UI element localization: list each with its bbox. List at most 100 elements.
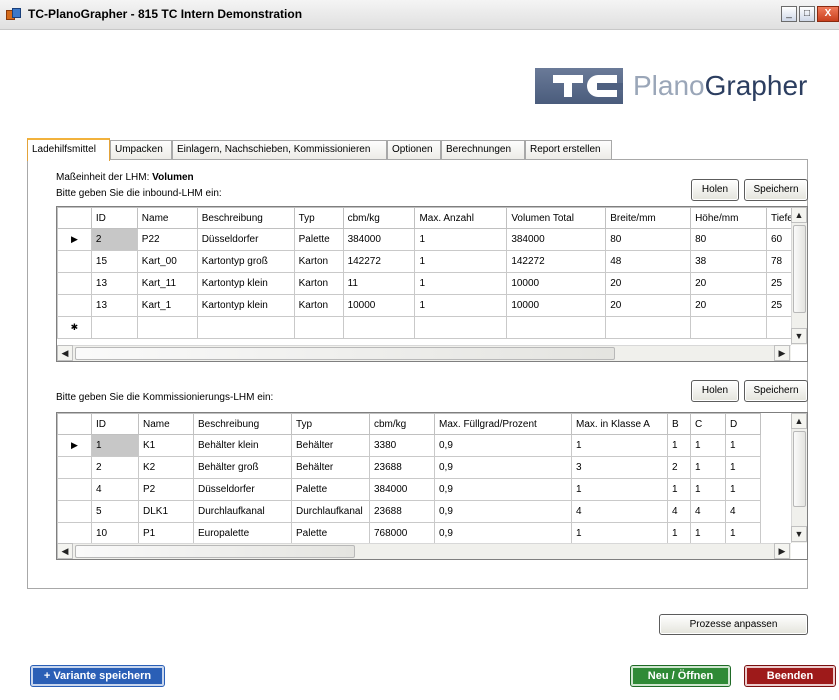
cell-volumen-total[interactable]: 384000	[506, 228, 607, 251]
cell-breite[interactable]: 20	[605, 294, 692, 317]
tab-einlagern[interactable]: Einlagern, Nachschieben, Kommissionieren	[172, 140, 387, 160]
cell-c[interactable]: 1	[690, 456, 726, 479]
column-header[interactable]: ID	[91, 413, 139, 435]
table-row[interactable]: 15 Kart_00 Kartontyp groß Karton 142272 …	[57, 250, 807, 273]
cell-c[interactable]: 1	[690, 522, 726, 545]
cell-cbm[interactable]: 10000	[342, 294, 416, 317]
cell-typ[interactable]: Behälter	[291, 456, 370, 479]
cell-name[interactable]: P22	[136, 228, 198, 251]
close-button[interactable]: X	[817, 6, 839, 22]
cell-hoehe[interactable]: 20	[690, 272, 767, 295]
scroll-thumb[interactable]	[793, 431, 806, 507]
cell-beschreibung[interactable]: Düsseldorfer	[196, 228, 295, 251]
cell-max-anzahl[interactable]: 1	[414, 228, 508, 251]
cell-name[interactable]: Kart_11	[136, 272, 198, 295]
cell-beschreibung[interactable]: Düsseldorfer	[193, 478, 292, 501]
cell-name[interactable]: K1	[138, 434, 194, 457]
cell-typ[interactable]: Karton	[293, 294, 344, 317]
column-header[interactable]: cbm/kg	[342, 207, 416, 229]
neu-oeffnen-button[interactable]: Neu / Öffnen	[630, 665, 731, 687]
column-header[interactable]: Breite/mm	[605, 207, 692, 229]
cell-name[interactable]: P2	[138, 478, 194, 501]
cell-c[interactable]: 1	[690, 478, 726, 501]
table-row[interactable]: 13 Kart_11 Kartontyp klein Karton 11 1 1…	[57, 272, 807, 295]
cell-id[interactable]: 2	[91, 456, 139, 479]
cell-d[interactable]: 1	[725, 478, 761, 501]
cell-b[interactable]: 1	[667, 478, 691, 501]
cell-id[interactable]: 13	[90, 294, 138, 317]
scroll-right-icon[interactable]: ▶	[774, 543, 790, 559]
tab-optionen[interactable]: Optionen	[387, 140, 441, 160]
cell-hoehe[interactable]: 80	[690, 228, 767, 251]
cell-fuellgrad[interactable]: 0,9	[434, 456, 572, 479]
cell-klasse-a[interactable]: 4	[571, 500, 668, 523]
cell-d[interactable]: 1	[725, 522, 761, 545]
scroll-thumb[interactable]	[75, 347, 615, 360]
cell-volumen-total[interactable]: 142272	[506, 250, 607, 273]
scroll-left-icon[interactable]: ◀	[57, 543, 73, 559]
inbound-speichern-button[interactable]: Speichern	[744, 179, 808, 201]
column-header[interactable]: D	[725, 413, 761, 435]
cell-typ[interactable]: Durchlaufkanal	[291, 500, 370, 523]
cell-typ[interactable]: Karton	[293, 272, 344, 295]
scroll-down-icon[interactable]: ▼	[791, 526, 807, 542]
cell-d[interactable]: 4	[725, 500, 761, 523]
cell-c[interactable]: 1	[690, 434, 726, 457]
scroll-up-icon[interactable]: ▲	[791, 413, 807, 429]
cell-name[interactable]: P1	[138, 522, 194, 545]
tab-ladehilfsmittel[interactable]: Ladehilfsmittel	[27, 138, 110, 161]
table-row[interactable]: 4 P2 Düsseldorfer Palette 384000 0,9 1 1…	[57, 478, 761, 501]
inbound-holen-button[interactable]: Holen	[691, 179, 739, 201]
tab-report-erstellen[interactable]: Report erstellen	[525, 140, 612, 160]
cell-id[interactable]: 5	[91, 500, 139, 523]
row-header[interactable]	[57, 500, 92, 523]
column-header[interactable]: B	[667, 413, 691, 435]
table-row[interactable]: 10 P1 Europalette Palette 768000 0,9 1 1…	[57, 522, 761, 545]
kommission-vertical-scrollbar[interactable]: ▲ ▼	[791, 413, 807, 543]
cell-max-anzahl[interactable]: 1	[414, 294, 508, 317]
kommission-grid[interactable]: ID Name Beschreibung Typ cbm/kg Max. Fül…	[56, 412, 808, 560]
column-header[interactable]: C	[690, 413, 726, 435]
cell-breite[interactable]: 80	[605, 228, 692, 251]
cell-beschreibung[interactable]: Europalette	[193, 522, 292, 545]
cell-beschreibung[interactable]: Kartontyp klein	[196, 294, 295, 317]
cell-b[interactable]: 2	[667, 456, 691, 479]
cell-typ[interactable]: Palette	[291, 478, 370, 501]
column-header[interactable]: Max. Anzahl	[414, 207, 508, 229]
beenden-button[interactable]: Beenden	[744, 665, 836, 687]
cell-cbm[interactable]: 384000	[342, 228, 416, 251]
cell-beschreibung[interactable]: Kartontyp klein	[196, 272, 295, 295]
row-header[interactable]	[57, 272, 92, 295]
inbound-horizontal-scrollbar[interactable]: ◀ ▶	[57, 345, 791, 361]
cell-cbm[interactable]: 23688	[369, 500, 435, 523]
new-row-indicator-icon[interactable]: ✱	[57, 316, 92, 339]
cell-d[interactable]: 1	[725, 456, 761, 479]
minimize-button[interactable]: _	[781, 6, 797, 22]
cell-hoehe[interactable]: 20	[690, 294, 767, 317]
current-row-indicator-icon[interactable]: ▶	[57, 434, 92, 457]
row-header[interactable]	[57, 250, 92, 273]
cell-klasse-a[interactable]: 1	[571, 434, 668, 457]
cell-id[interactable]: 2	[90, 228, 138, 251]
kommission-speichern-button[interactable]: Speichern	[744, 380, 808, 402]
column-header[interactable]: cbm/kg	[369, 413, 435, 435]
cell-klasse-a[interactable]: 1	[571, 478, 668, 501]
table-row[interactable]: ▶ 1 K1 Behälter klein Behälter 3380 0,9 …	[57, 434, 761, 457]
column-header[interactable]: Beschreibung	[196, 207, 295, 229]
cell-cbm[interactable]: 768000	[369, 522, 435, 545]
cell-cbm[interactable]: 142272	[342, 250, 416, 273]
cell-fuellgrad[interactable]: 0,9	[434, 434, 572, 457]
scroll-thumb[interactable]	[75, 545, 355, 558]
cell-hoehe[interactable]: 38	[690, 250, 767, 273]
cell-beschreibung[interactable]: Durchlaufkanal	[193, 500, 292, 523]
cell-d[interactable]: 1	[725, 434, 761, 457]
scroll-thumb[interactable]	[793, 225, 806, 313]
cell-volumen-total[interactable]: 10000	[506, 294, 607, 317]
cell-cbm[interactable]: 11	[342, 272, 416, 295]
cell-id[interactable]: 1	[91, 434, 139, 457]
cell-typ[interactable]: Behälter	[291, 434, 370, 457]
table-row[interactable]: ▶ 2 P22 Düsseldorfer Palette 384000 1 38…	[57, 228, 807, 251]
prozesse-anpassen-button[interactable]: Prozesse anpassen	[659, 614, 808, 635]
cell-cbm[interactable]: 3380	[369, 434, 435, 457]
column-header[interactable]: Name	[138, 413, 194, 435]
